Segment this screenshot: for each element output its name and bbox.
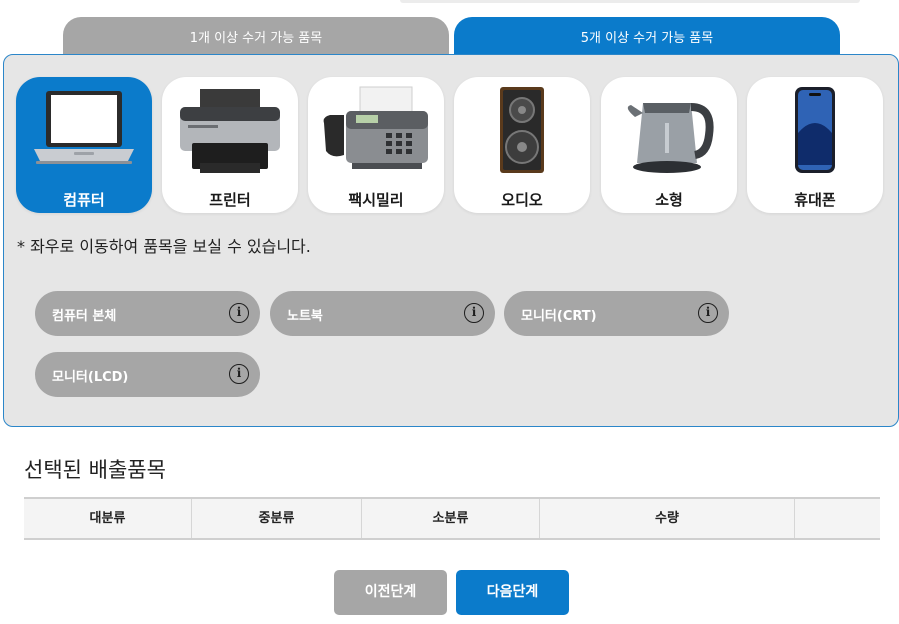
scroll-note: * 좌우로 이동하여 품목을 보실 수 있습니다. [17, 237, 311, 256]
item-label: 모니터(LCD) [52, 370, 129, 385]
info-icon[interactable]: i [229, 303, 249, 323]
category-printer[interactable]: 프린터 [162, 77, 298, 213]
category-label: 휴대폰 [794, 191, 836, 209]
category-label: 컴퓨터 [63, 191, 105, 209]
info-icon[interactable]: i [229, 364, 249, 384]
category-small[interactable]: 소형 [601, 77, 737, 213]
category-phone[interactable]: 휴대폰 [747, 77, 883, 213]
tab-1plus[interactable]: 1개 이상 수거 가능 품목 [63, 17, 449, 57]
next-step-button[interactable]: 다음단계 [456, 570, 569, 615]
category-label: 팩시밀리 [348, 191, 404, 209]
item-label: 모니터(CRT) [521, 309, 597, 324]
item-chip-monitor-lcd[interactable]: 모니터(LCD) i [35, 352, 260, 397]
column-header-major: 대분류 [24, 499, 192, 538]
item-chip-monitor-crt[interactable]: 모니터(CRT) i [504, 291, 729, 336]
prev-step-button[interactable]: 이전단계 [334, 570, 447, 615]
category-label: 오디오 [501, 191, 543, 209]
category-panel: 컴퓨터 프린터 팩시밀리 오디오 소형 휴대폰 * 좌우로 이동하여 품목을 보… [3, 54, 899, 427]
category-computer[interactable]: 컴퓨터 [16, 77, 152, 213]
top-divider [400, 0, 860, 3]
column-header-quantity: 수량 [540, 499, 795, 538]
selected-items-table: 대분류 중분류 소분류 수량 [24, 497, 880, 540]
item-chip-laptop[interactable]: 노트북 i [270, 291, 495, 336]
category-label: 프린터 [209, 191, 251, 209]
selected-items-title: 선택된 배출품목 [24, 458, 166, 482]
column-header-action [795, 499, 880, 538]
column-header-minor: 소분류 [362, 499, 540, 538]
category-audio[interactable]: 오디오 [454, 77, 590, 213]
category-label: 소형 [655, 191, 683, 209]
info-icon[interactable]: i [698, 303, 718, 323]
info-icon[interactable]: i [464, 303, 484, 323]
item-chip-desktop[interactable]: 컴퓨터 본체 i [35, 291, 260, 336]
item-label: 노트북 [287, 309, 323, 324]
item-label: 컴퓨터 본체 [52, 309, 117, 324]
category-fax[interactable]: 팩시밀리 [308, 77, 444, 213]
column-header-middle: 중분류 [192, 499, 362, 538]
tab-5plus[interactable]: 5개 이상 수거 가능 품목 [454, 17, 840, 57]
